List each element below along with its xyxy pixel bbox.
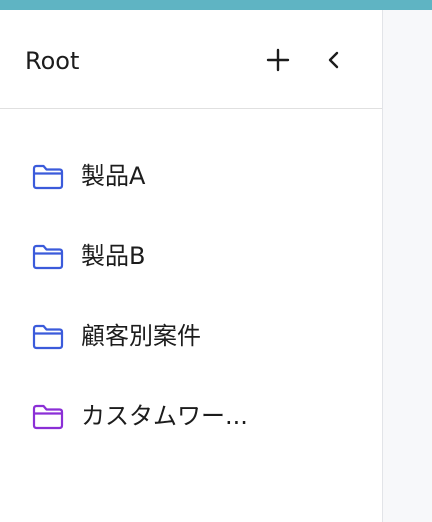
folder-icon xyxy=(32,164,64,190)
folder-item[interactable]: 顧客別案件 xyxy=(0,306,382,366)
chevron-left-icon xyxy=(328,51,339,69)
folder-label: 顧客別案件 xyxy=(81,322,201,350)
folder-label: カスタムワー... xyxy=(81,402,248,430)
add-folder-button[interactable] xyxy=(261,43,295,77)
plus-icon xyxy=(266,48,290,72)
sidebar-title: Root xyxy=(25,47,80,75)
folder-label: 製品A xyxy=(81,162,146,190)
folder-item[interactable]: カスタムワー... xyxy=(0,386,382,446)
folder-icon xyxy=(32,244,64,270)
main-content-area xyxy=(383,10,432,522)
folder-item[interactable]: 製品A xyxy=(0,146,382,206)
folder-icon xyxy=(32,404,64,430)
sidebar: Root 製品A 製品B 顧客別案件 カスタムワー... xyxy=(0,10,383,522)
folder-icon xyxy=(32,324,64,350)
folder-item[interactable]: 製品B xyxy=(0,226,382,286)
folder-label: 製品B xyxy=(81,242,146,270)
top-accent-bar xyxy=(0,0,432,10)
sidebar-header: Root xyxy=(0,10,382,109)
collapse-sidebar-button[interactable] xyxy=(317,43,351,77)
